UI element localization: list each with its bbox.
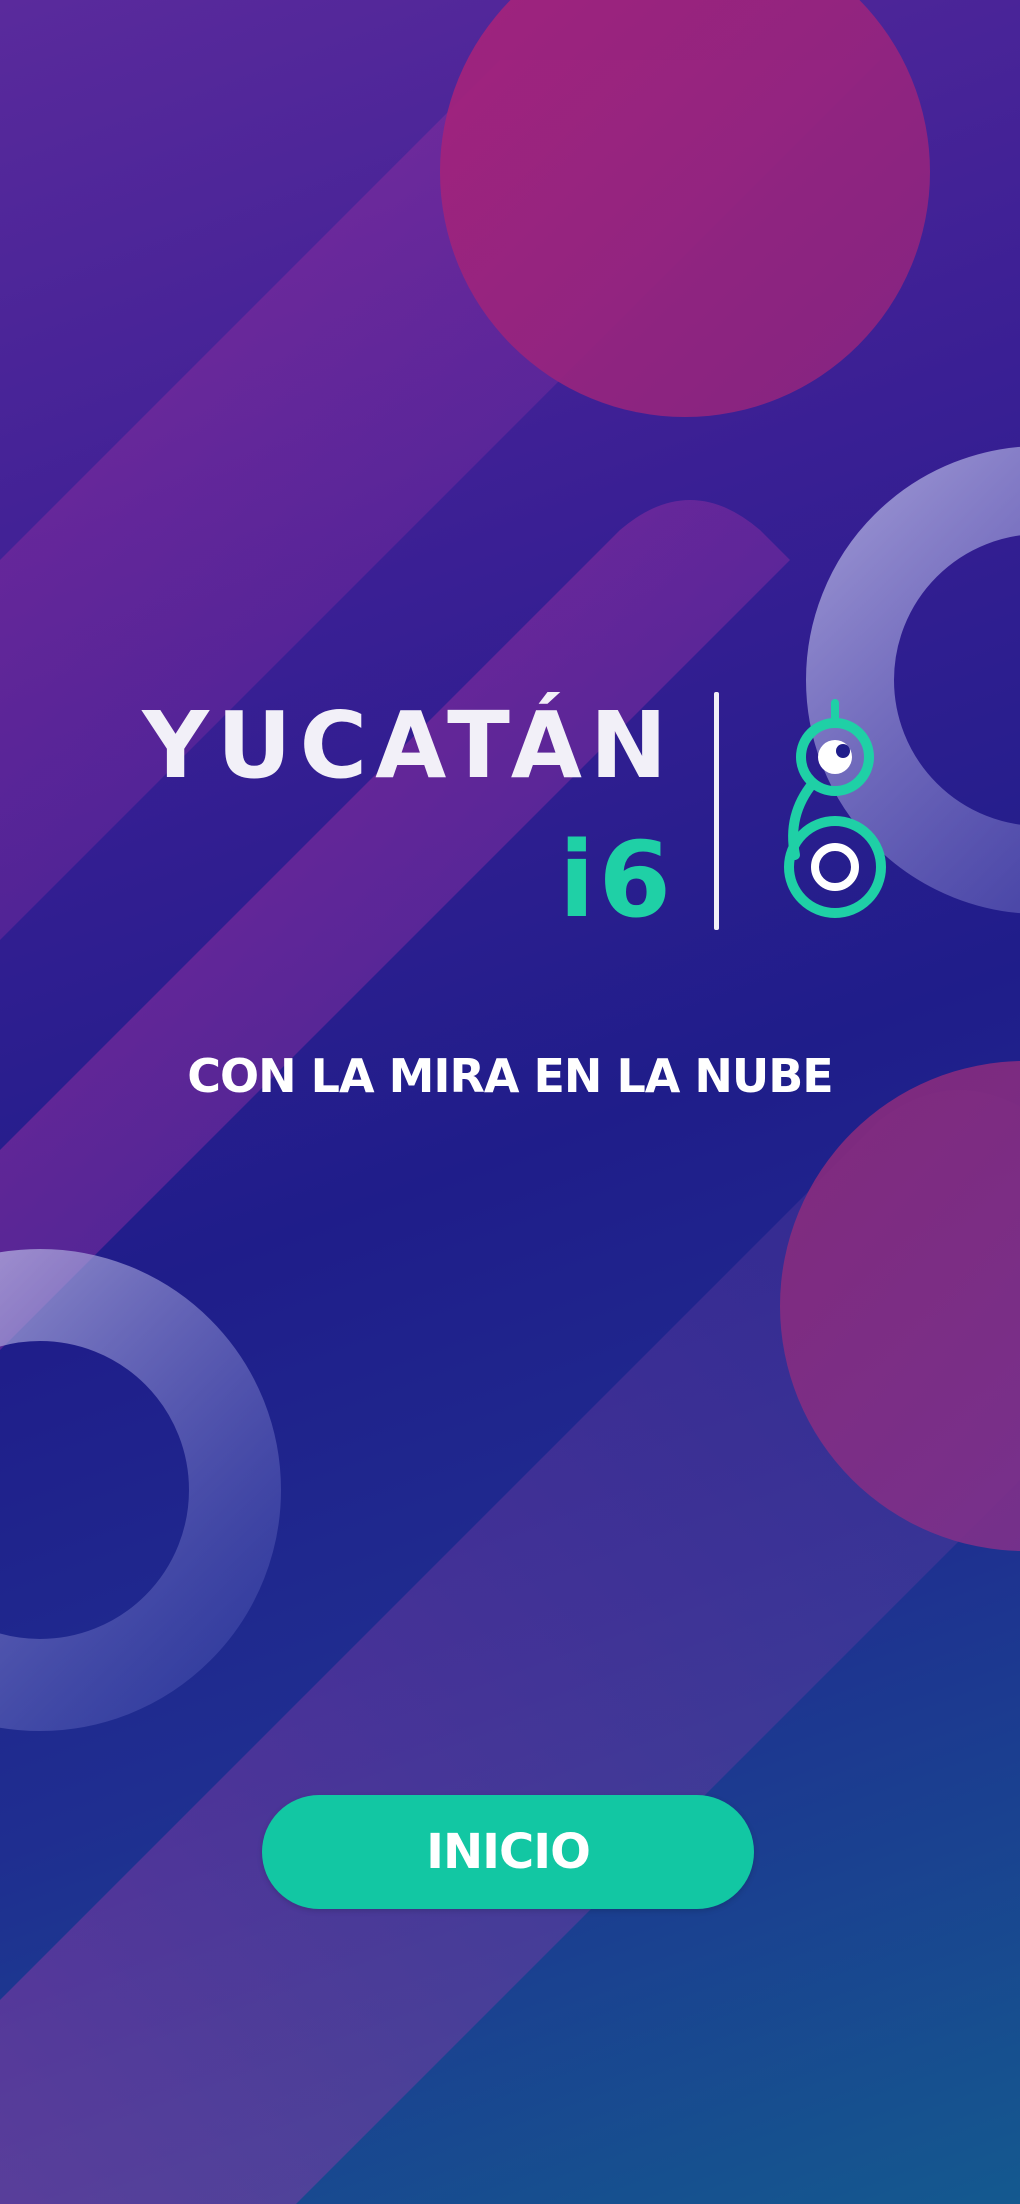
logo-title: YUCATÁN [142, 692, 675, 799]
logo-edition: i6 [558, 819, 675, 941]
logo-divider [714, 692, 719, 930]
start-button[interactable]: INICIO [262, 1795, 754, 1909]
tagline: CON LA MIRA EN LA NUBE [187, 1049, 833, 1103]
figure-eight-emblem-icon [784, 699, 886, 918]
decorative-ring-left [0, 1249, 281, 1731]
